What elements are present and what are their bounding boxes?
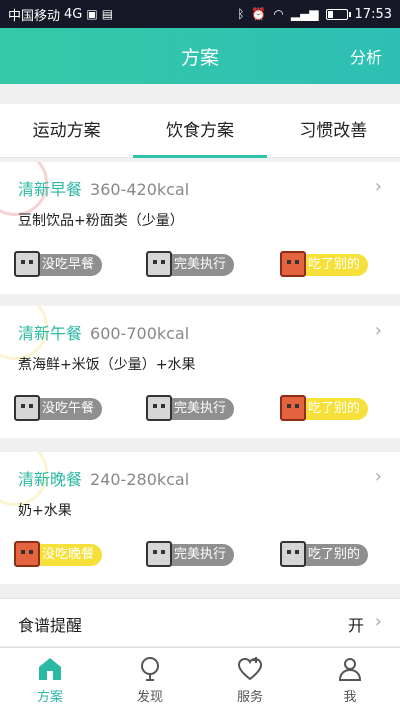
reminder-label: 食谱提醒	[18, 616, 83, 635]
meal-card-lunch[interactable]: 清新午餐 600-700kcal › 煮海鲜+米饭（少量）+水果 没吃午餐 完美…	[0, 306, 400, 438]
wifi-icon: ◠	[273, 7, 284, 21]
action-label: 吃了别的	[308, 257, 361, 272]
face-icon	[146, 395, 172, 421]
meal-name: 清新午餐	[18, 324, 83, 343]
meal-desc: 豆制饮品+粉面类（少量）	[18, 213, 184, 229]
meal-name: 清新晚餐	[18, 470, 83, 489]
face-icon	[14, 395, 40, 421]
sim-icon: ▤	[101, 7, 114, 21]
meal-kcal: 360-420kcal	[90, 180, 190, 199]
nav-label: 方案	[36, 689, 63, 705]
nav-label: 发现	[136, 689, 163, 705]
carrier-label: 中国移动	[8, 8, 61, 24]
action-label: 吃了别的	[308, 547, 361, 562]
face-icon	[146, 541, 172, 567]
face-icon	[280, 541, 306, 567]
page-title: 方案	[180, 46, 219, 69]
plan-tabs: 运动方案 饮食方案 习惯改善	[0, 104, 400, 158]
nav-me[interactable]: 我	[300, 648, 400, 711]
perfect-execution-button[interactable]: 完美执行	[146, 251, 235, 277]
meal-actions: 没吃早餐 完美执行 吃了别的	[0, 251, 400, 282]
meal-desc: 煮海鲜+米饭（少量）+水果	[18, 357, 196, 373]
bluetooth-icon: ᛒ	[237, 7, 245, 21]
skip-meal-button[interactable]: 没吃午餐	[14, 395, 103, 421]
chevron-right-icon[interactable]: ›	[375, 320, 382, 341]
nav-service[interactable]: 服务	[200, 648, 300, 711]
face-icon	[280, 251, 306, 277]
skip-meal-button[interactable]: 没吃早餐	[14, 251, 103, 277]
status-bar: 中国移动 4G ▣ ▤ ᛒ ⏰ ◠ ▂▄▆ 17:53	[0, 0, 400, 28]
meal-kcal: 600-700kcal	[90, 324, 190, 343]
skip-meal-button[interactable]: 没吃晚餐	[14, 541, 103, 567]
action-label: 完美执行	[174, 257, 227, 272]
action-label: 完美执行	[174, 547, 227, 562]
ate-something-else-button[interactable]: 吃了别的	[280, 541, 369, 567]
meal-actions: 没吃晚餐 完美执行 吃了别的	[0, 541, 400, 572]
heart-plus-icon	[237, 656, 263, 680]
meal-card-dinner[interactable]: 清新晚餐 240-280kcal › 奶+水果 没吃晚餐 完美执行 吃了别的	[0, 452, 400, 584]
perfect-execution-button[interactable]: 完美执行	[146, 541, 235, 567]
ate-something-else-button[interactable]: 吃了别的	[280, 251, 369, 277]
tab-habit-improvement[interactable]: 习惯改善	[267, 104, 400, 157]
meal-desc: 奶+水果	[18, 503, 72, 519]
face-icon	[146, 251, 172, 277]
action-label: 吃了别的	[308, 401, 361, 416]
bottom-nav: 方案 发现 服务 我	[0, 647, 400, 711]
balloon-icon	[141, 656, 159, 681]
ate-something-else-button[interactable]: 吃了别的	[280, 395, 369, 421]
nav-label: 服务	[236, 689, 263, 705]
chevron-right-icon: ›	[374, 611, 382, 632]
clock: 17:53	[354, 6, 392, 22]
chevron-right-icon[interactable]: ›	[375, 176, 382, 197]
signal-icon: ▂▄▆	[290, 7, 319, 21]
nav-discover[interactable]: 发现	[100, 648, 200, 711]
meal-card-breakfast[interactable]: 清新早餐 360-420kcal › 豆制饮品+粉面类（少量） 没吃早餐 完美执…	[0, 162, 400, 294]
battery-icon	[325, 8, 351, 20]
meal-kcal: 240-280kcal	[90, 470, 190, 489]
user-icon	[338, 657, 362, 681]
analysis-link[interactable]: 分析	[350, 44, 382, 68]
house-icon	[39, 657, 61, 680]
action-label: 没吃午餐	[42, 401, 95, 416]
tab-diet-plan[interactable]: 饮食方案	[133, 104, 267, 158]
app-header: 方案 分析	[0, 28, 400, 84]
face-icon	[280, 395, 306, 421]
action-label: 没吃早餐	[42, 257, 95, 272]
face-icon	[14, 251, 40, 277]
perfect-execution-button[interactable]: 完美执行	[146, 395, 235, 421]
chevron-right-icon[interactable]: ›	[375, 466, 382, 487]
reminder-value: 开	[347, 616, 364, 635]
nav-label: 我	[343, 689, 357, 705]
action-label: 没吃晚餐	[42, 547, 95, 562]
network-label: 4G	[64, 6, 83, 22]
meal-actions: 没吃午餐 完美执行 吃了别的	[0, 395, 400, 426]
action-label: 完美执行	[174, 401, 227, 416]
nav-plan[interactable]: 方案	[0, 648, 100, 711]
recipe-reminder-row[interactable]: 食谱提醒 开 ›	[0, 598, 400, 646]
meal-name: 清新早餐	[18, 180, 83, 199]
photo-icon: ▣	[86, 7, 98, 21]
tab-exercise-plan[interactable]: 运动方案	[0, 104, 133, 157]
alarm-icon: ⏰	[251, 7, 267, 21]
face-icon	[14, 541, 40, 567]
